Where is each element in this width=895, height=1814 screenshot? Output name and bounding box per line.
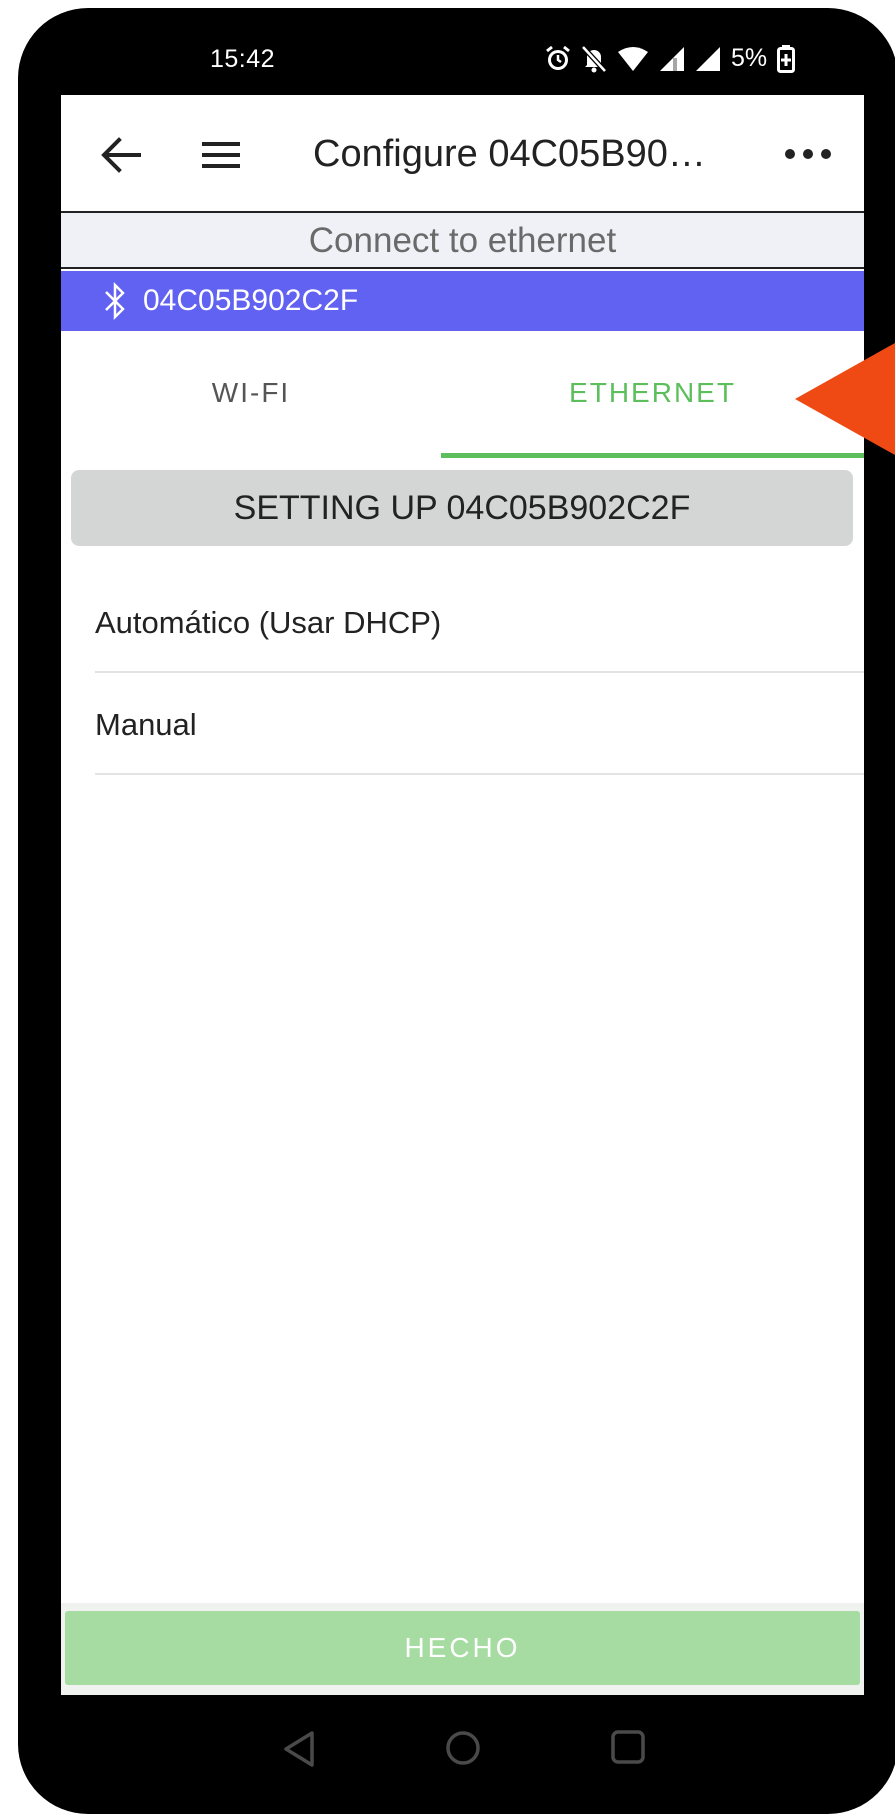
more-horizontal-icon[interactable] <box>781 139 835 169</box>
nav-back-icon[interactable] <box>280 1729 316 1769</box>
tab-wifi[interactable]: WI-FI <box>61 331 441 455</box>
page-title: Configure 04C05B90… <box>313 133 706 175</box>
system-nav-bar <box>0 1695 895 1814</box>
tab-bar: WI-FI ETHERNET <box>61 331 864 455</box>
battery-percent: 5% <box>731 44 768 72</box>
bell-off-icon <box>581 44 607 73</box>
alarm-icon <box>546 45 570 70</box>
status-time: 15:42 <box>210 45 276 73</box>
status-icons: 5% <box>545 44 796 73</box>
app-bar: Configure 04C05B90… <box>61 95 864 213</box>
nav-recents-icon[interactable] <box>610 1729 646 1765</box>
app-screen: Configure 04C05B90… Connect to ethernet … <box>61 95 864 1695</box>
device-id: 04C05B902C2F <box>143 284 359 317</box>
annotation-arrow-icon <box>795 343 895 455</box>
footer: HECHO <box>61 1603 864 1695</box>
signal-icon <box>696 46 720 71</box>
bluetooth-icon <box>105 281 125 321</box>
option-manual[interactable]: Manual <box>95 675 864 775</box>
battery-charging-icon <box>777 44 796 73</box>
wifi-icon <box>618 46 648 71</box>
subheader: Connect to ethernet <box>61 213 864 269</box>
setup-banner: SETTING UP 04C05B902C2F <box>71 470 853 546</box>
signal-icon <box>660 46 684 71</box>
hamburger-icon[interactable] <box>199 133 243 177</box>
nav-home-icon[interactable] <box>444 1729 482 1767</box>
device-bar: 04C05B902C2F <box>61 271 864 331</box>
option-automatic-dhcp[interactable]: Automático (Usar DHCP) <box>95 573 864 673</box>
arrow-left-icon[interactable] <box>99 133 143 177</box>
done-button[interactable]: HECHO <box>65 1611 860 1685</box>
